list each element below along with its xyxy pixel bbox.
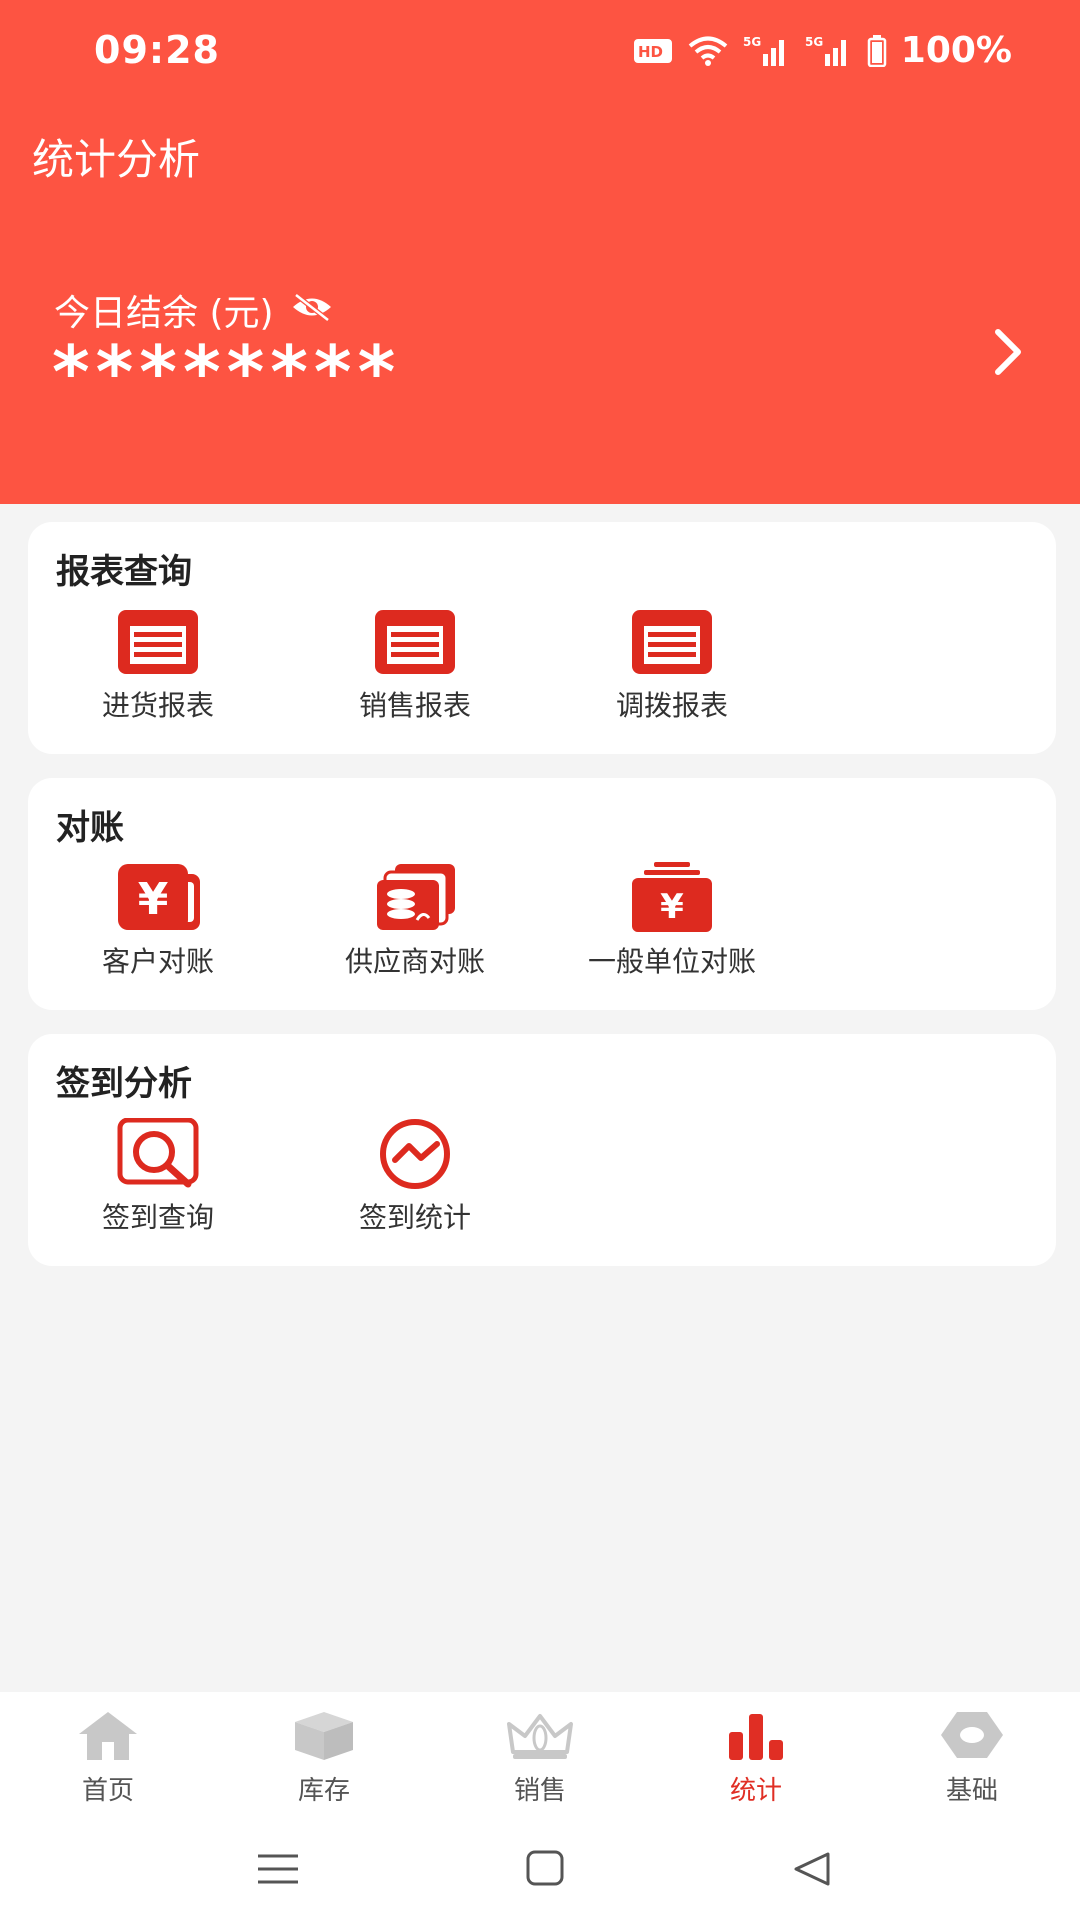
checkin-statistics-button[interactable]: 签到统计 bbox=[315, 1118, 515, 1236]
checkin-query-label: 签到查询 bbox=[101, 1201, 214, 1234]
transfer-report-label: 调拨报表 bbox=[615, 689, 728, 722]
reconcile-card: 对账 ¥ 客户对账 供应商对账 ¥ 一般单位对账 bbox=[28, 778, 1056, 1010]
report-query-title: 报表查询 bbox=[56, 552, 192, 592]
checkin-statistics-label: 签到统计 bbox=[358, 1201, 471, 1234]
trend-icon bbox=[380, 1119, 450, 1189]
status-time: 09:28 bbox=[94, 28, 220, 72]
tab-inventory[interactable]: 库存 bbox=[216, 1692, 432, 1822]
purchase-report-label: 进货报表 bbox=[101, 689, 214, 722]
menu-icon[interactable] bbox=[248, 1844, 308, 1894]
status-bar: 09:28 HD 5G 5G 100% bbox=[0, 0, 1080, 100]
wifi-icon bbox=[687, 35, 729, 67]
balance-value: ******** bbox=[52, 330, 402, 414]
battery-icon bbox=[867, 34, 887, 67]
yen-stack-icon: ¥ bbox=[632, 862, 712, 932]
report-icon bbox=[375, 610, 455, 674]
balance-label: 今日结余 (元) bbox=[54, 293, 274, 334]
bottom-tab-bar: 首页 库存 销售 统计 基础 bbox=[0, 1692, 1080, 1822]
checkin-analysis-title: 签到分析 bbox=[56, 1064, 192, 1104]
eye-hidden-icon[interactable] bbox=[290, 290, 334, 331]
home-square-icon[interactable] bbox=[515, 1844, 575, 1894]
magnifier-icon bbox=[117, 1118, 199, 1188]
back-triangle-icon[interactable] bbox=[782, 1844, 842, 1894]
customer-reconcile-label: 客户对账 bbox=[101, 945, 214, 978]
tab-sales[interactable]: 销售 bbox=[432, 1692, 648, 1822]
hexagon-icon bbox=[941, 1712, 1003, 1758]
coins-icon bbox=[377, 864, 455, 930]
transfer-report-button[interactable]: 调拨报表 bbox=[572, 606, 772, 724]
balance-label-row: 今日结余 (元) bbox=[54, 284, 334, 336]
general-unit-reconcile-label: 一般单位对账 bbox=[587, 945, 756, 978]
status-icons: HD 5G 5G 100% bbox=[633, 30, 1012, 71]
header-panel: 09:28 HD 5G 5G 100% 统计分析 今日结余 (元) ******… bbox=[0, 0, 1080, 504]
svg-text:¥: ¥ bbox=[660, 887, 684, 927]
report-icon bbox=[632, 610, 712, 674]
chevron-right-icon[interactable] bbox=[982, 322, 1032, 382]
system-nav-bar bbox=[0, 1822, 1080, 1920]
crown-icon bbox=[507, 1714, 573, 1759]
sales-report-label: 销售报表 bbox=[358, 689, 471, 722]
sales-report-button[interactable]: 销售报表 bbox=[315, 606, 515, 724]
page-title: 统计分析 bbox=[32, 135, 201, 184]
svg-text:5G: 5G bbox=[805, 35, 823, 49]
svg-text:¥: ¥ bbox=[138, 874, 169, 925]
svg-text:HD: HD bbox=[638, 43, 663, 61]
tab-statistics-label: 统计 bbox=[729, 1776, 782, 1806]
tab-home[interactable]: 首页 bbox=[0, 1692, 216, 1822]
home-icon bbox=[79, 1712, 137, 1760]
tab-sales-label: 销售 bbox=[513, 1776, 566, 1806]
report-query-card: 报表查询 进货报表 销售报表 调拨报表 bbox=[28, 522, 1056, 754]
reconcile-title: 对账 bbox=[56, 808, 124, 848]
tab-basic[interactable]: 基础 bbox=[864, 1692, 1080, 1822]
tab-home-label: 首页 bbox=[81, 1776, 134, 1806]
tab-inventory-label: 库存 bbox=[297, 1776, 350, 1806]
general-unit-reconcile-button[interactable]: ¥ 一般单位对账 bbox=[572, 862, 772, 980]
box-icon bbox=[295, 1712, 353, 1760]
customer-reconcile-button[interactable]: ¥ 客户对账 bbox=[58, 862, 258, 980]
tab-basic-label: 基础 bbox=[945, 1776, 998, 1806]
battery-percent: 100% bbox=[900, 30, 1012, 71]
hd-icon: HD bbox=[633, 38, 673, 64]
report-icon bbox=[118, 610, 198, 674]
signal-icon-1: 5G bbox=[743, 34, 791, 68]
yen-wallet-icon: ¥ bbox=[118, 864, 200, 930]
checkin-query-button[interactable]: 签到查询 bbox=[58, 1118, 258, 1236]
bar-chart-icon bbox=[729, 1714, 783, 1760]
checkin-analysis-card: 签到分析 签到查询 签到统计 bbox=[28, 1034, 1056, 1266]
purchase-report-button[interactable]: 进货报表 bbox=[58, 606, 258, 724]
svg-text:5G: 5G bbox=[743, 35, 761, 49]
supplier-reconcile-label: 供应商对账 bbox=[344, 945, 485, 978]
signal-icon-2: 5G bbox=[805, 34, 853, 68]
supplier-reconcile-button[interactable]: 供应商对账 bbox=[315, 862, 515, 980]
tab-statistics[interactable]: 统计 bbox=[648, 1692, 864, 1822]
